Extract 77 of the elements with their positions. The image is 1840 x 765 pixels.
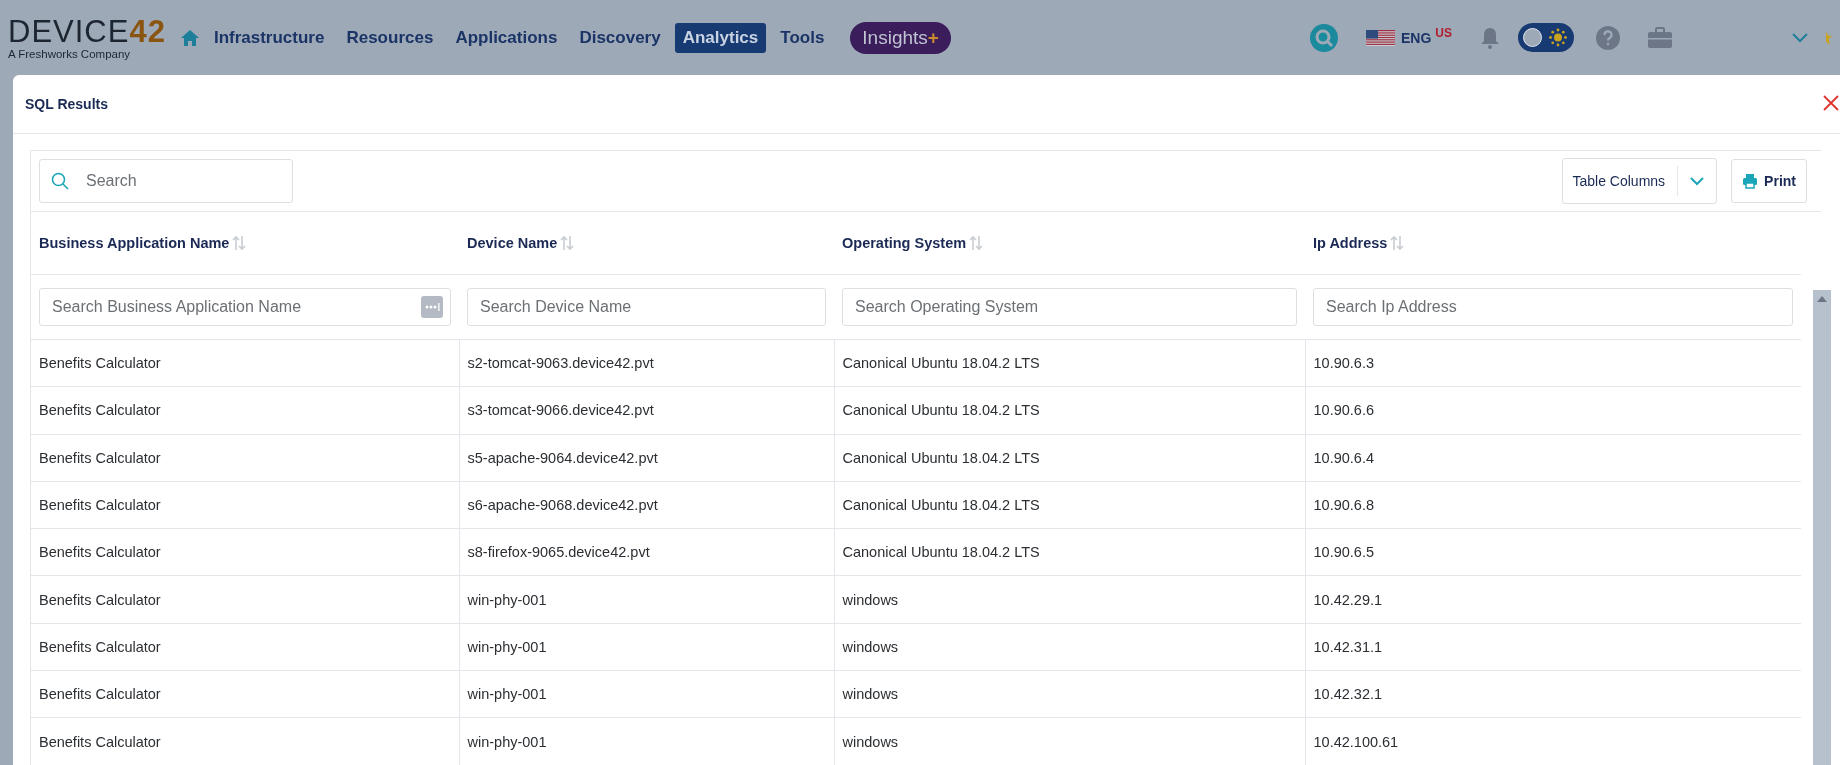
table-cell: 10.90.6.6 xyxy=(1313,402,1374,419)
print-button[interactable]: Print xyxy=(1731,159,1807,203)
dialog-title: SQL Results xyxy=(25,96,108,112)
table-cell: s8-firefox-9065.device42.pvt xyxy=(467,544,650,561)
table-cell: win-phy-001 xyxy=(467,638,547,655)
theme-toggle[interactable] xyxy=(1518,23,1574,52)
table-cell: 10.42.100.61 xyxy=(1313,733,1399,750)
table-cell: win-phy-001 xyxy=(467,686,547,703)
table-cell: Canonical Ubuntu 18.04.2 LTS xyxy=(842,449,1040,466)
table-cell: s3-tomcat-9066.device42.pvt xyxy=(467,402,654,419)
table-cell: 10.42.32.1 xyxy=(1313,686,1383,703)
column-filter-field[interactable]: Search Device Name xyxy=(467,288,826,326)
table-cell: 10.90.6.4 xyxy=(1313,449,1374,466)
sort-icon[interactable] xyxy=(232,234,247,252)
table-cell: s5-apache-9064.device42.pvt xyxy=(467,449,658,466)
table-cell: Benefits Calculator xyxy=(39,591,161,608)
logo[interactable]: DEVICE42 xyxy=(8,15,166,48)
table-cell: Benefits Calculator xyxy=(39,733,161,750)
column-filter-field[interactable]: Search Operating System xyxy=(842,288,1297,326)
table-cell: Benefits Calculator xyxy=(39,449,161,466)
table-cell: Canonical Ubuntu 18.04.2 LTS xyxy=(842,402,1040,419)
nav-tab[interactable]: Infrastructure xyxy=(205,22,333,53)
nav-tab[interactable]: Applications xyxy=(447,22,566,53)
table-cell: 10.42.31.1 xyxy=(1313,638,1383,655)
table-cell: win-phy-001 xyxy=(467,591,547,608)
home-icon[interactable] xyxy=(179,28,200,47)
table-cell: Canonical Ubuntu 18.04.2 LTS xyxy=(842,544,1040,561)
printer-icon xyxy=(1742,173,1759,189)
search-icon[interactable] xyxy=(1310,23,1338,52)
table-cell: 10.42.29.1 xyxy=(1313,591,1383,608)
table-cell: Benefits Calculator xyxy=(39,402,161,419)
language-label[interactable]: ENG xyxy=(1401,29,1432,46)
table-cell: windows xyxy=(842,638,899,655)
table-cell: Benefits Calculator xyxy=(39,686,161,703)
sort-icon[interactable] xyxy=(560,234,575,252)
column-header[interactable]: Business Application Name xyxy=(39,235,230,251)
nav-tab[interactable]: Resources xyxy=(338,22,442,53)
table-cell: win-phy-001 xyxy=(467,733,547,750)
nav-tab[interactable]: Tools xyxy=(772,22,833,53)
table-cell: Benefits Calculator xyxy=(39,497,161,514)
logo-tagline: A Freshworks Company xyxy=(8,47,132,60)
table-cell: Benefits Calculator xyxy=(39,544,161,561)
table-cell: windows xyxy=(842,733,899,750)
column-header[interactable]: Device Name xyxy=(467,235,558,251)
search-field[interactable]: Search xyxy=(39,159,293,203)
table-cell: windows xyxy=(842,686,899,703)
table-cell: Benefits Calculator xyxy=(39,638,161,655)
table-columns-dropdown[interactable]: Table Columns xyxy=(1561,158,1718,204)
close-icon[interactable] xyxy=(1823,95,1839,111)
flag-icon[interactable] xyxy=(1366,29,1395,46)
chevron-down-icon[interactable] xyxy=(1792,32,1808,43)
table-cell: 10.90.6.8 xyxy=(1313,497,1374,514)
nav-tab[interactable]: Analytics xyxy=(674,22,767,53)
table-cell: s2-tomcat-9063.device42.pvt xyxy=(467,355,654,372)
table-cell: Canonical Ubuntu 18.04.2 LTS xyxy=(842,497,1040,514)
scrollbar[interactable] xyxy=(1813,290,1831,765)
table-cell: s6-apache-9068.device42.pvt xyxy=(467,497,658,514)
bell-icon[interactable] xyxy=(1480,25,1500,50)
sort-icon[interactable] xyxy=(1390,234,1405,252)
table-cell: 10.90.6.3 xyxy=(1313,355,1374,372)
more-icon[interactable] xyxy=(421,296,443,318)
sort-icon[interactable] xyxy=(969,234,984,252)
table-cell: Benefits Calculator xyxy=(39,355,161,372)
table-cell: windows xyxy=(842,591,899,608)
table-cell: Canonical Ubuntu 18.04.2 LTS xyxy=(842,355,1040,372)
nav-tab[interactable]: Discovery xyxy=(571,22,669,53)
briefcase-icon[interactable] xyxy=(1648,26,1672,49)
column-filter-field[interactable]: Search Business Application Name xyxy=(39,288,451,326)
table-cell: 10.90.6.5 xyxy=(1313,544,1374,561)
column-header[interactable]: Operating System xyxy=(842,235,967,251)
column-filter-field[interactable]: Search Ip Address xyxy=(1313,288,1793,326)
search-icon xyxy=(51,172,69,190)
column-header[interactable]: Ip Address xyxy=(1313,235,1388,251)
scroll-up-icon[interactable] xyxy=(1817,296,1827,302)
help-icon[interactable] xyxy=(1596,25,1620,50)
chevron-down-icon xyxy=(1690,176,1705,186)
insights-button[interactable]: Insights+ xyxy=(850,21,951,54)
